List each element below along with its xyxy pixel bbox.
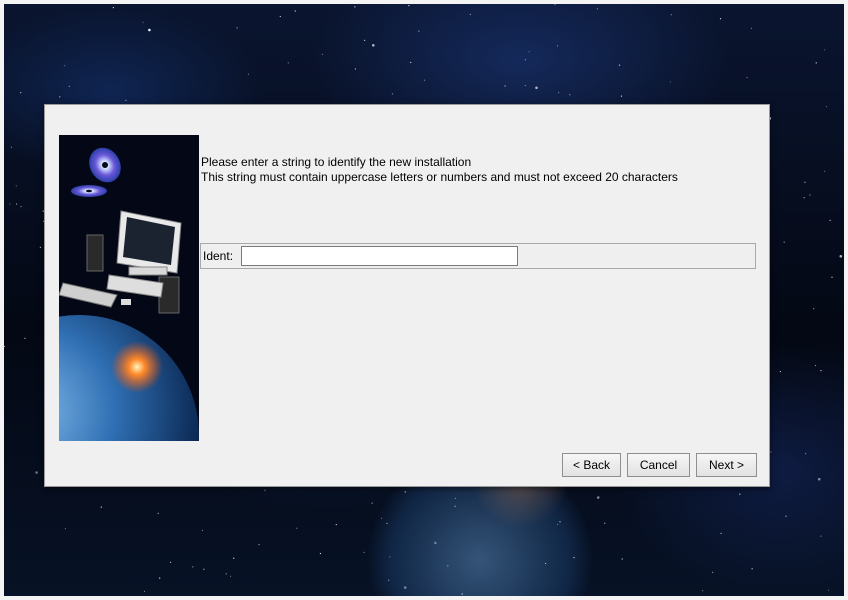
back-button[interactable]: < Back [562,453,621,477]
next-button[interactable]: Next > [696,453,757,477]
prompt-line-2: This string must contain uppercase lette… [201,170,678,184]
prompt-line-1: Please enter a string to identify the ne… [201,155,472,169]
ident-label: Ident: [203,249,234,263]
ident-input[interactable] [241,246,518,266]
cancel-button[interactable]: Cancel [627,453,690,477]
ident-field-group: Ident: [200,243,756,269]
installer-side-image [59,135,199,441]
installer-dialog: Please enter a string to identify the ne… [44,104,770,487]
instructions: Please enter a string to identify the ne… [201,155,767,185]
